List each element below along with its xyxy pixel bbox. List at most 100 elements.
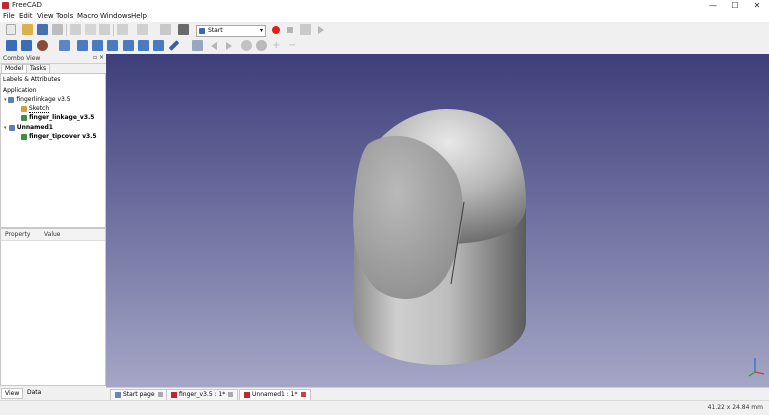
freecad-logo-icon (2, 2, 9, 9)
menu-edit[interactable]: Edit (19, 12, 33, 20)
save-icon[interactable] (37, 24, 48, 35)
tree-item-row[interactable]: finger_linkage_v3.5 (21, 114, 94, 121)
collapse-icon[interactable]: ▾ (4, 125, 7, 131)
combo-view-header: Combo View ▫ × (0, 54, 106, 64)
property-view: Property Value (0, 228, 106, 386)
toolbar-separator (113, 24, 114, 36)
value-column-header[interactable]: Value (44, 231, 60, 238)
zoom-in-icon[interactable]: + (272, 41, 280, 51)
menu-windows[interactable]: Windows (100, 12, 131, 20)
combo-view-panel: Combo View ▫ × Model Tasks Labels & Attr… (0, 54, 106, 388)
doc-tab-label: finger_v3.5 : 1* (179, 391, 226, 398)
close-panel-icon[interactable]: × (99, 54, 104, 61)
web-navigation-icon[interactable] (192, 40, 203, 51)
view-axonometric-icon[interactable] (59, 40, 70, 51)
model-tree: Labels & Attributes Application ▾ finger… (0, 73, 106, 228)
part-icon (21, 114, 27, 121)
back-arrow-icon[interactable] (211, 42, 217, 50)
axis-cross-icon (748, 358, 765, 377)
status-bar: 41.22 x 24.84 mm (0, 400, 769, 415)
view-front-icon[interactable] (77, 40, 88, 51)
doc-tab-label: Start page (123, 391, 155, 398)
print-icon[interactable] (52, 24, 63, 35)
menu-macro[interactable]: Macro (77, 12, 98, 20)
combo-view-title: Combo View (3, 55, 41, 62)
close-button[interactable]: ✕ (746, 0, 768, 11)
paste-icon[interactable] (99, 24, 110, 35)
sketch-icon (21, 105, 27, 112)
new-file-icon[interactable] (6, 24, 16, 35)
copy-icon[interactable] (85, 24, 96, 35)
view-left-icon[interactable] (153, 40, 164, 51)
tree-item-label: finger_tipcover v3.5 (29, 133, 97, 140)
menu-tools[interactable]: Tools (56, 12, 73, 20)
toolbar-separator (66, 24, 67, 36)
tab-view[interactable]: View (1, 388, 24, 399)
minimize-button[interactable]: — (702, 0, 724, 11)
view-toolbar: + − (0, 38, 769, 55)
cut-icon[interactable] (70, 24, 81, 35)
menu-view[interactable]: View (37, 12, 54, 20)
fit-selection-icon[interactable] (21, 40, 32, 51)
measure-distance-icon[interactable] (168, 40, 180, 51)
dimensions-readout: 41.22 x 24.84 mm (707, 404, 763, 411)
refresh-icon[interactable] (160, 24, 171, 35)
tree-item-row[interactable]: finger_tipcover v3.5 (21, 133, 97, 140)
zoom-out-icon[interactable]: − (288, 41, 296, 51)
workbench-selector[interactable]: Start ▾ (196, 25, 266, 37)
execute-macro-icon[interactable] (318, 26, 324, 34)
property-tabs: View Data (0, 388, 106, 400)
tree-application-label: Application (3, 87, 37, 94)
reload-icon[interactable] (241, 40, 252, 51)
property-column-header[interactable]: Property (5, 231, 30, 238)
redo-icon[interactable] (137, 24, 148, 35)
freecad-doc-icon (171, 391, 177, 398)
view-right-icon[interactable] (107, 40, 118, 51)
workbench-icon (199, 28, 205, 34)
document-name: fingerlinkage v3.5 (16, 96, 71, 103)
tree-document-row[interactable]: ▾ fingerlinkage v3.5 (4, 96, 71, 103)
stop-loading-icon[interactable] (256, 40, 267, 51)
record-macro-icon[interactable] (272, 26, 280, 34)
fit-all-icon[interactable] (6, 40, 17, 51)
fingertip-cover-model (353, 109, 526, 365)
file-toolbar: Start ▾ (0, 22, 769, 38)
menu-help[interactable]: Help (131, 12, 147, 20)
whats-this-icon[interactable] (178, 24, 189, 35)
document-icon (8, 124, 15, 131)
freecad-doc-icon (244, 391, 250, 398)
chevron-down-icon: ▾ (259, 27, 263, 34)
doc-tab-label: Unnamed1 : 1* (252, 391, 298, 398)
3d-model-render (353, 109, 765, 377)
forward-arrow-icon[interactable] (226, 42, 232, 50)
close-tab-icon[interactable] (228, 392, 234, 397)
undo-icon[interactable] (117, 24, 128, 35)
close-tab-icon[interactable] (157, 392, 163, 397)
tree-document-row[interactable]: ▾ Unnamed1 (4, 124, 53, 131)
tree-item-label: finger_linkage_v3.5 (29, 114, 95, 121)
draw-style-icon[interactable] (37, 40, 48, 51)
view-rear-icon[interactable] (123, 40, 134, 51)
start-page-icon (115, 391, 121, 398)
title-bar: FreeCAD — ☐ ✕ (0, 0, 769, 11)
view-bottom-icon[interactable] (138, 40, 149, 51)
menu-file[interactable]: File (3, 12, 15, 20)
open-folder-icon[interactable] (22, 24, 33, 35)
window-title: FreeCAD (12, 1, 42, 9)
stop-macro-icon[interactable] (287, 27, 293, 33)
maximize-button[interactable]: ☐ (724, 0, 746, 11)
macros-icon[interactable] (300, 24, 311, 35)
3d-view[interactable] (106, 54, 769, 387)
view-top-icon[interactable] (92, 40, 103, 51)
tree-header: Labels & Attributes (3, 76, 61, 83)
tree-item-row[interactable]: Sketch (21, 105, 50, 113)
collapse-icon[interactable]: ▾ (4, 97, 7, 103)
document-tabs: Start page finger_v3.5 : 1* Unnamed1 : 1… (106, 387, 769, 401)
document-name: Unnamed1 (16, 124, 53, 131)
menu-bar: File Edit View Tools Macro Windows Help (0, 11, 769, 22)
tree-item-label: Sketch (28, 105, 50, 113)
close-tab-icon[interactable] (300, 392, 306, 397)
tab-data[interactable]: Data (24, 388, 44, 397)
part-icon (21, 133, 27, 140)
float-panel-icon[interactable]: ▫ (93, 54, 97, 61)
